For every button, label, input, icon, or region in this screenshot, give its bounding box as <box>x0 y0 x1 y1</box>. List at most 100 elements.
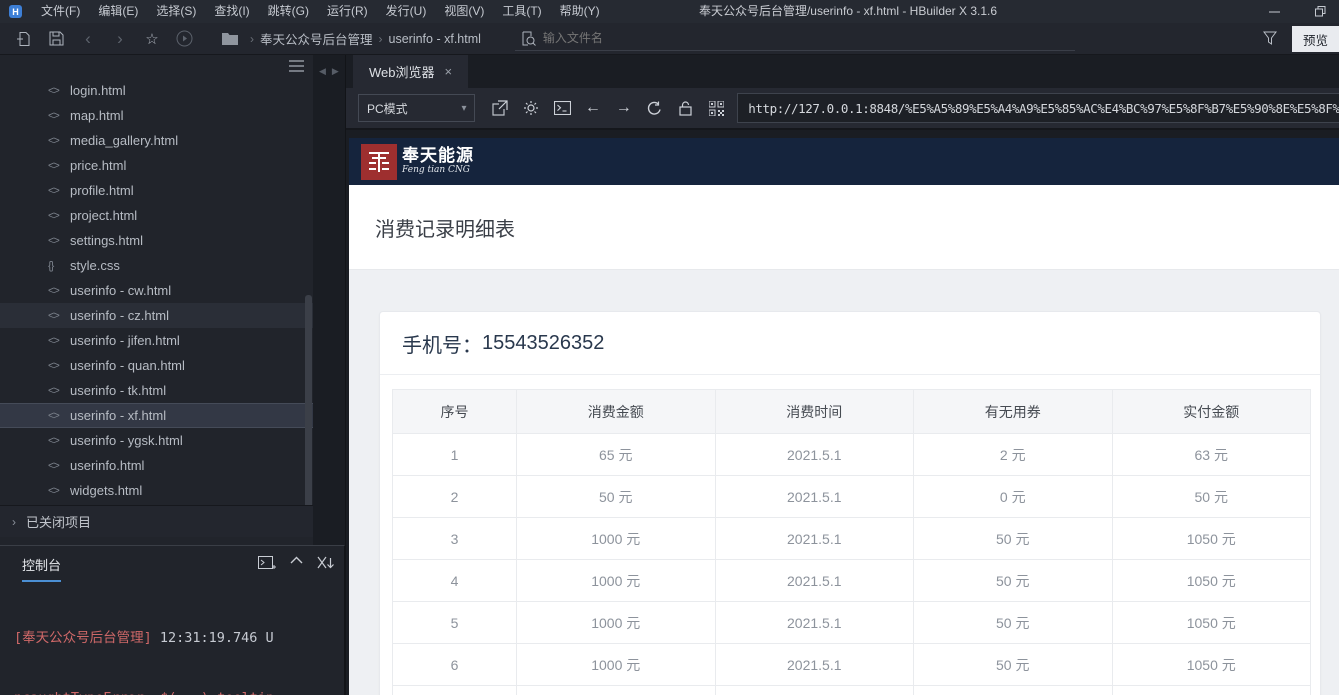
star-icon[interactable]: ☆ <box>138 26 166 52</box>
cell-paid: 63 元 <box>1111 433 1311 476</box>
editor-area: ◀▶ Web浏览器 × PC模式 ▾ ← → http://127.0.0.1:… <box>319 55 1339 695</box>
closed-projects-row[interactable]: › 已关闭项目 <box>0 505 313 537</box>
file-item[interactable]: <> price.html <box>0 153 313 178</box>
back-icon[interactable]: ‹ <box>74 26 102 52</box>
breadcrumb-file[interactable]: userinfo - xf.html <box>389 32 481 46</box>
breadcrumb-project[interactable]: 奉天公众号后台管理 <box>260 29 373 48</box>
hamburger-icon[interactable] <box>289 60 304 72</box>
mode-select[interactable]: PC模式 ▾ <box>358 94 476 122</box>
menu-item[interactable]: 视图(V) <box>435 0 493 23</box>
file-item[interactable]: <> userinfo - tk.html <box>0 378 313 403</box>
save-icon[interactable] <box>42 26 70 52</box>
filter-icon[interactable] <box>1263 31 1277 45</box>
console-line: ncaughtTypeError: $(...).tooltip <box>14 688 340 695</box>
cell-coupon: 0 元 <box>913 475 1113 518</box>
table-row: 5 1000 元 2021.5.1 50 元 1050 元 <box>392 601 1311 644</box>
closed-projects-label: 已关闭项目 <box>26 515 92 530</box>
file-item[interactable]: <> settings.html <box>0 228 313 253</box>
back-icon[interactable]: ← <box>578 94 608 122</box>
file-item[interactable]: <> userinfo - jifen.html <box>0 328 313 353</box>
file-search <box>514 25 1075 51</box>
file-item[interactable]: <> profile.html <box>0 178 313 203</box>
menu-item[interactable]: 编辑(E) <box>89 0 147 23</box>
hbuilder-logo-icon: H <box>9 5 22 18</box>
console-tab[interactable]: 控制台 <box>22 555 62 582</box>
run-icon[interactable] <box>170 26 198 52</box>
heading-band: 消费记录明细表 <box>349 185 1339 270</box>
webview: 奉天能源 Feng tian CNG 消费记录明细表 手机号： 155435263… <box>349 138 1339 695</box>
consumption-table: 序号 消费金额 消费时间 有无用券 实付金额 1 65 元 2021.5.1 2… <box>392 389 1311 695</box>
record-card: 手机号：15543526352 序号 消费金额 消费时间 有无用券 实付金额 <box>379 311 1321 695</box>
file-tree: <> login.html <> map.html <> media_galle… <box>0 55 313 545</box>
clear-console-icon[interactable] <box>317 556 334 571</box>
refresh-icon[interactable] <box>640 94 670 122</box>
table-row: 2 50 元 2021.5.1 0 元 50 元 <box>392 475 1311 518</box>
file-type-icon: <> <box>48 284 60 297</box>
file-item[interactable]: {} style.css <box>0 253 313 278</box>
open-external-icon[interactable] <box>485 94 515 122</box>
cell-time: 2021.5.1 <box>714 433 914 476</box>
col-header-paid: 实付金额 <box>1111 389 1311 434</box>
restore-icon[interactable] <box>1309 3 1331 21</box>
cell-amount: 1000 元 <box>516 517 716 560</box>
menu-item[interactable]: 发行(U) <box>377 0 436 23</box>
cell-paid: 1050 元 <box>1111 685 1311 695</box>
menu-item[interactable]: 运行(R) <box>318 0 377 23</box>
cell-index: 6 <box>392 643 517 686</box>
file-name: project.html <box>70 208 138 223</box>
gear-icon[interactable] <box>516 94 546 122</box>
cell-time: 2021.5.1 <box>714 517 914 560</box>
mode-select-value: PC模式 <box>367 101 408 116</box>
col-header-index: 序号 <box>392 389 517 434</box>
file-item[interactable]: <> map.html <box>0 103 313 128</box>
file-item[interactable]: <> userinfo - xf.html <box>0 403 313 428</box>
qrcode-icon[interactable] <box>701 94 731 122</box>
main-toolbar: ‹ › ☆ › 奉天公众号后台管理 › userinfo - xf.html 预… <box>0 23 1339 55</box>
new-file-icon[interactable] <box>10 26 38 52</box>
breadcrumb-separator: › <box>378 31 383 46</box>
preview-button[interactable]: 预览 <box>1292 26 1339 52</box>
file-item[interactable]: <> userinfo - cw.html <box>0 278 313 303</box>
file-name: userinfo - cw.html <box>70 283 172 298</box>
file-item[interactable]: <> project.html <box>0 203 313 228</box>
file-name: login.html <box>70 83 126 98</box>
file-type-icon: <> <box>48 384 60 397</box>
sidebar-scrollbar[interactable] <box>305 295 312 525</box>
menu-item[interactable]: 查找(I) <box>205 0 258 23</box>
file-item[interactable]: <> userinfo.html <box>0 453 313 478</box>
minimize-icon[interactable] <box>1263 3 1285 21</box>
table-row: 3 1000 元 2021.5.1 50 元 1050 元 <box>392 517 1311 560</box>
menu-item[interactable]: 工具(T) <box>493 0 550 23</box>
menu-item[interactable]: 帮助(Y) <box>551 0 609 23</box>
url-bar[interactable]: http://127.0.0.1:8848/%E5%A5%89%E5%A4%A9… <box>737 93 1339 123</box>
file-item[interactable]: <> widgets.html <box>0 478 313 503</box>
file-type-icon: <> <box>48 484 60 497</box>
menu-item[interactable]: 文件(F) <box>32 0 89 23</box>
new-console-icon[interactable] <box>258 556 276 571</box>
file-item[interactable]: <> userinfo - ygsk.html <box>0 428 313 453</box>
menu-item[interactable]: 选择(S) <box>147 0 205 23</box>
tab-scroll-arrows-icon[interactable]: ◀▶ <box>319 66 345 77</box>
chevron-down-icon: ▾ <box>461 102 467 114</box>
search-input[interactable] <box>542 31 1043 45</box>
file-type-icon: <> <box>48 134 60 147</box>
collapse-icon[interactable] <box>290 556 303 571</box>
tab-web-browser[interactable]: Web浏览器 × <box>353 55 468 88</box>
file-name: settings.html <box>70 233 143 248</box>
file-item[interactable]: <> userinfo - cz.html <box>0 303 313 328</box>
unlock-icon[interactable] <box>671 94 701 122</box>
search-file-icon <box>515 25 543 51</box>
forward-icon[interactable]: → <box>609 94 639 122</box>
file-type-icon: <> <box>48 234 60 247</box>
file-item[interactable]: <> userinfo - quan.html <box>0 353 313 378</box>
console-icon[interactable] <box>547 94 577 122</box>
file-type-icon: <> <box>48 359 60 372</box>
cell-amount: 65 元 <box>516 433 716 476</box>
file-item[interactable]: <> media_gallery.html <box>0 128 313 153</box>
cell-index: 5 <box>392 601 517 644</box>
close-icon[interactable]: × <box>444 64 452 79</box>
forward-icon[interactable]: › <box>106 26 134 52</box>
menu-item[interactable]: 跳转(G) <box>259 0 318 23</box>
tab-bar: ◀▶ Web浏览器 × <box>319 55 1339 88</box>
file-item[interactable]: <> login.html <box>0 78 313 103</box>
